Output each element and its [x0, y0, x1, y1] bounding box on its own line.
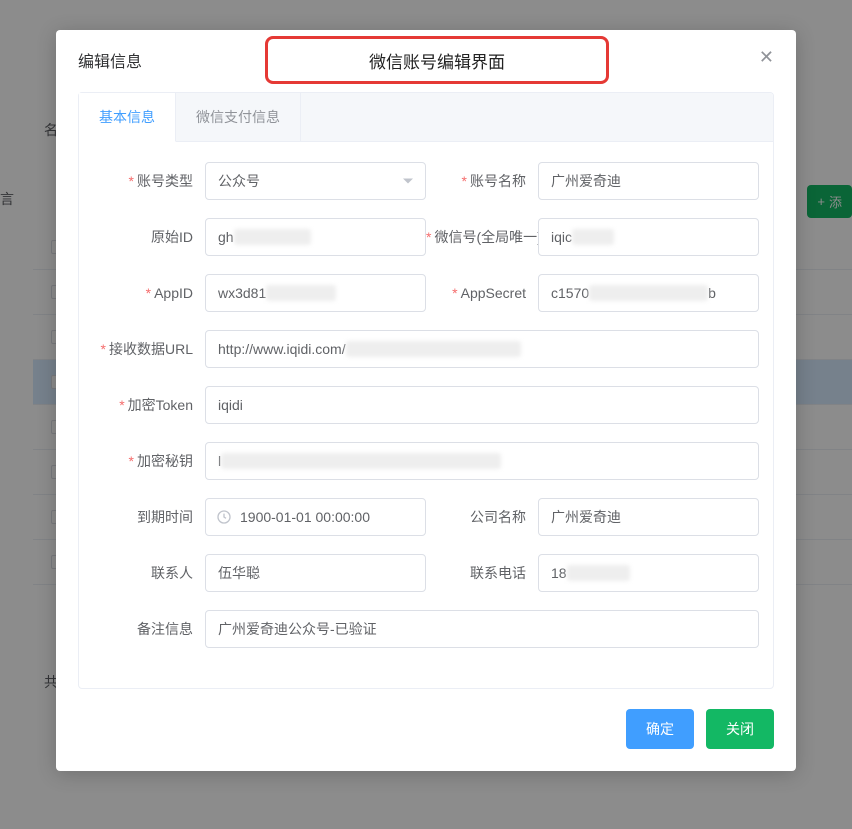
label-app-secret: *AppSecret [426, 285, 538, 301]
label-expire-time: 到期时间 [93, 507, 205, 527]
label-app-id: *AppID [93, 285, 205, 301]
label-wechat-id: *微信号(全局唯一) [426, 227, 538, 247]
input-phone[interactable]: 18xxxxxxxxx [538, 554, 759, 592]
input-remark[interactable]: 广州爱奇迪公众号-已验证 [205, 610, 759, 648]
tabs-content: *账号类型 公众号 *账号名称 广州爱奇迪 原始ID ghxxxxxxxxxxx [79, 142, 773, 688]
input-wechat-id[interactable]: iqicxxxxxx [538, 218, 759, 256]
select-account-type[interactable]: 公众号 [205, 162, 426, 200]
label-company: 公司名称 [426, 507, 538, 527]
tab-basic-info[interactable]: 基本信息 [79, 93, 176, 142]
input-data-url[interactable]: http://www.iqidi.com/xxxxxxxxxxxxxxxxxxx… [205, 330, 759, 368]
close-icon[interactable]: ✕ [759, 48, 774, 66]
tab-wechat-pay[interactable]: 微信支付信息 [176, 93, 301, 141]
label-contact: 联系人 [93, 563, 205, 583]
edit-modal: 编辑信息 微信账号编辑界面 ✕ 基本信息 微信支付信息 *账号类型 公众号 *账… [56, 30, 796, 771]
label-original-id: 原始ID [93, 227, 205, 247]
input-contact[interactable]: 伍华聪 [205, 554, 426, 592]
callout-annotation: 微信账号编辑界面 [265, 36, 609, 84]
tabs-header: 基本信息 微信支付信息 [79, 93, 773, 142]
label-token: *加密Token [93, 395, 205, 415]
label-account-name: *账号名称 [426, 171, 538, 191]
modal-header: 编辑信息 微信账号编辑界面 ✕ [56, 30, 796, 82]
input-encrypt-key[interactable]: lxxxxxxxxxxxxxxxxxxxxxxxxxxxxxxxxxxxxxxx… [205, 442, 759, 480]
tabs-card: 基本信息 微信支付信息 *账号类型 公众号 *账号名称 广州爱奇迪 [78, 92, 774, 689]
input-app-id[interactable]: wx3d81xxxxxxxxxx [205, 274, 426, 312]
label-account-type: *账号类型 [93, 171, 205, 191]
label-remark: 备注信息 [93, 619, 205, 639]
modal-body: 基本信息 微信支付信息 *账号类型 公众号 *账号名称 广州爱奇迪 [56, 82, 796, 709]
input-expire-time[interactable]: 1900-01-01 00:00:00 [205, 498, 426, 536]
label-data-url: *接收数据URL [93, 339, 205, 359]
label-phone: 联系电话 [426, 563, 538, 583]
input-original-id[interactable]: ghxxxxxxxxxxx [205, 218, 426, 256]
close-button[interactable]: 关闭 [706, 709, 774, 749]
confirm-button[interactable]: 确定 [626, 709, 694, 749]
label-encrypt-key: *加密秘钥 [93, 451, 205, 471]
clock-icon [216, 509, 232, 525]
input-token[interactable]: iqidi [205, 386, 759, 424]
modal-title: 编辑信息 [78, 48, 142, 72]
input-company[interactable]: 广州爱奇迪 [538, 498, 759, 536]
input-app-secret[interactable]: c1570xxxxxxxxxxxxxxxxxb [538, 274, 759, 312]
input-account-name[interactable]: 广州爱奇迪 [538, 162, 759, 200]
modal-footer: 确定 关闭 [56, 709, 796, 771]
